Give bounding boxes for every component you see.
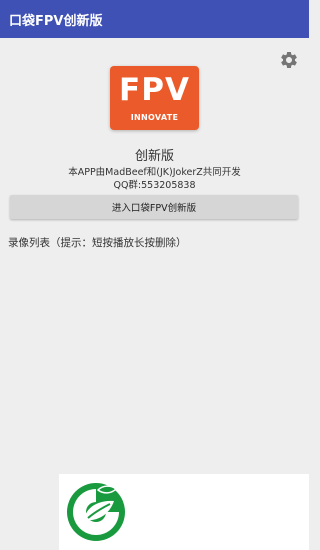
app-bar-title: 口袋FPV创新版 xyxy=(9,13,103,29)
logo-sub-text: INNOVATE xyxy=(130,113,179,122)
qq-group-text: QQ群:553205838 xyxy=(113,180,196,191)
gear-icon xyxy=(281,52,297,68)
leaf-logo-icon xyxy=(67,483,125,541)
settings-button[interactable] xyxy=(278,49,300,71)
app-name-label: 创新版 xyxy=(134,149,174,164)
app-logo: FPV INNOVATE xyxy=(110,66,199,130)
ad-banner[interactable] xyxy=(59,474,309,550)
logo-main-text: FPV xyxy=(119,72,190,108)
enter-app-button[interactable]: 进入口袋FPV创新版 xyxy=(10,195,298,219)
authors-text: 本APP由MadBeef和(JK)JokerZ共同开发 xyxy=(68,167,241,178)
enter-app-button-label: 进入口袋FPV创新版 xyxy=(111,203,197,214)
recording-list-title: 录像列表（提示：短按播放长按删除） xyxy=(8,237,187,249)
app-bar: 口袋FPV创新版 xyxy=(0,0,309,38)
